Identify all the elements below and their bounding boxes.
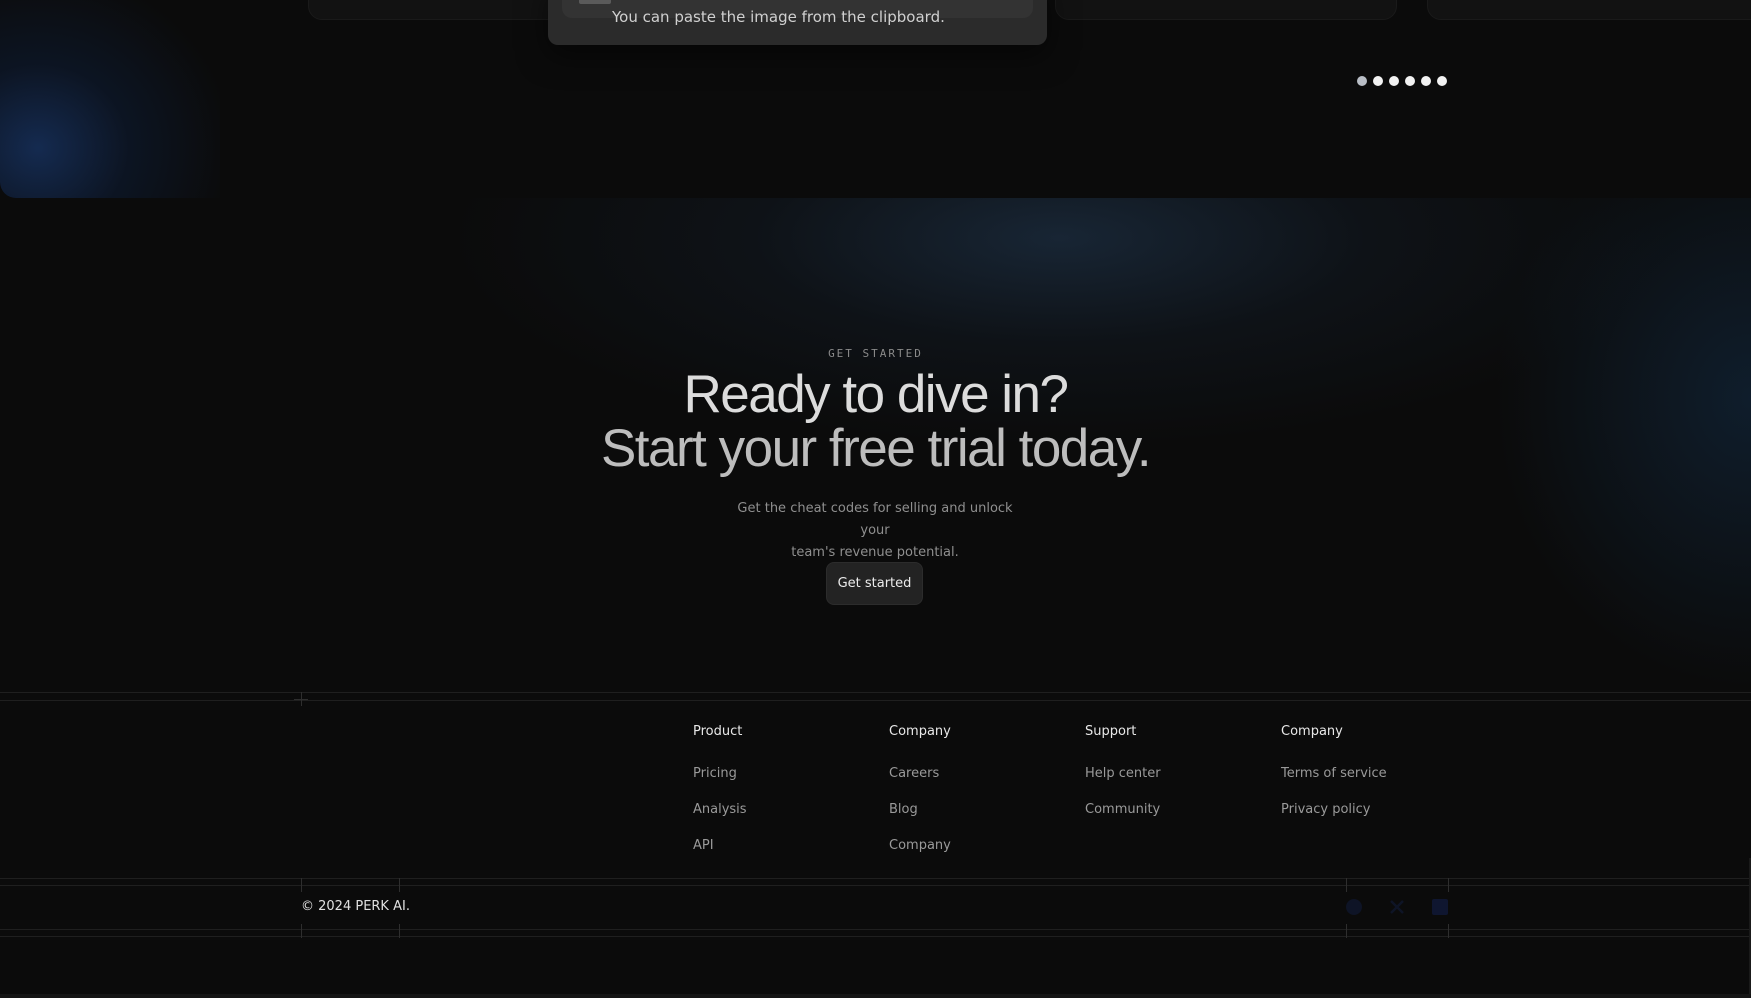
- footer-heading: Product: [693, 724, 743, 739]
- footer-link-careers[interactable]: Careers: [889, 766, 1069, 802]
- footer-link-api[interactable]: API: [693, 838, 873, 874]
- footer-link-company[interactable]: Company: [889, 838, 1069, 874]
- headline-line-2: Start your free trial today.: [600, 419, 1152, 478]
- footer-heading: Company: [1281, 724, 1343, 739]
- carousel-card[interactable]: [1055, 0, 1397, 20]
- corner-mark: [1448, 924, 1449, 938]
- footer-column-company: Company Careers Blog Company: [889, 724, 1069, 874]
- carousel-dot[interactable]: [1421, 76, 1431, 86]
- footer-column-product: Product Pricing Analysis API: [693, 724, 873, 874]
- footer-divider: [0, 885, 1751, 886]
- footer-divider: [0, 929, 1751, 930]
- carousel-dot[interactable]: [1389, 76, 1399, 86]
- footer-divider: [0, 878, 1751, 879]
- cta-subtext: Get the cheat codes for selling and unlo…: [725, 498, 1025, 564]
- footer-link-analysis[interactable]: Analysis: [693, 802, 873, 838]
- linkedin-icon[interactable]: [1432, 899, 1448, 915]
- footer-link-privacy[interactable]: Privacy policy: [1281, 802, 1461, 838]
- carousel-card[interactable]: [308, 0, 568, 20]
- blue-glow-decoration: [0, 0, 220, 198]
- carousel-dot[interactable]: [1373, 76, 1383, 86]
- footer-link-help-center[interactable]: Help center: [1085, 766, 1265, 802]
- subtext-line-2: team's revenue potential.: [791, 545, 959, 560]
- corner-mark: [301, 878, 302, 892]
- facebook-icon[interactable]: [1346, 899, 1362, 915]
- get-started-section: GET STARTED Ready to dive in? Start your…: [0, 198, 1751, 692]
- section-eyebrow: GET STARTED: [828, 347, 923, 360]
- footer-link-pricing[interactable]: Pricing: [693, 766, 873, 802]
- footer-heading: Company: [889, 724, 951, 739]
- footer-heading: Support: [1085, 724, 1137, 739]
- get-started-button[interactable]: Get started: [826, 562, 923, 605]
- corner-mark: [1346, 878, 1347, 892]
- twitter-icon[interactable]: [1389, 899, 1405, 915]
- corner-mark: [301, 924, 302, 938]
- subtext-line-1: Get the cheat codes for selling and unlo…: [737, 501, 1013, 538]
- corner-mark: [399, 878, 400, 892]
- corner-mark: [1346, 924, 1347, 938]
- page-bottom-edge: [0, 994, 1751, 998]
- clipboard-toast: You can paste the image from the clipboa…: [548, 0, 1047, 45]
- footer-divider: [0, 936, 1751, 937]
- footer-divider: [0, 700, 1751, 701]
- headline-line-1: Ready to dive in?: [683, 365, 1069, 424]
- footer-link-community[interactable]: Community: [1085, 802, 1265, 838]
- footer-column-support: Support Help center Community: [1085, 724, 1265, 838]
- carousel-pagination: [1357, 76, 1447, 86]
- corner-mark: [294, 699, 308, 700]
- cta-headline: Ready to dive in? Start your free trial …: [0, 368, 1751, 476]
- corner-mark: [1448, 878, 1449, 892]
- carousel-dot[interactable]: [1405, 76, 1415, 86]
- footer-divider: [0, 692, 1751, 693]
- footer-column-legal: Company Terms of service Privacy policy: [1281, 724, 1461, 838]
- footer-link-blog[interactable]: Blog: [889, 802, 1069, 838]
- carousel-dot[interactable]: [1437, 76, 1447, 86]
- carousel-card[interactable]: [1427, 0, 1751, 20]
- toast-message: You can paste the image from the clipboa…: [612, 8, 945, 26]
- carousel-dot[interactable]: [1357, 76, 1367, 86]
- image-icon: [579, 0, 611, 4]
- corner-mark: [399, 924, 400, 938]
- footer-link-terms[interactable]: Terms of service: [1281, 766, 1461, 802]
- copyright-text: © 2024 PERK AI.: [301, 899, 410, 914]
